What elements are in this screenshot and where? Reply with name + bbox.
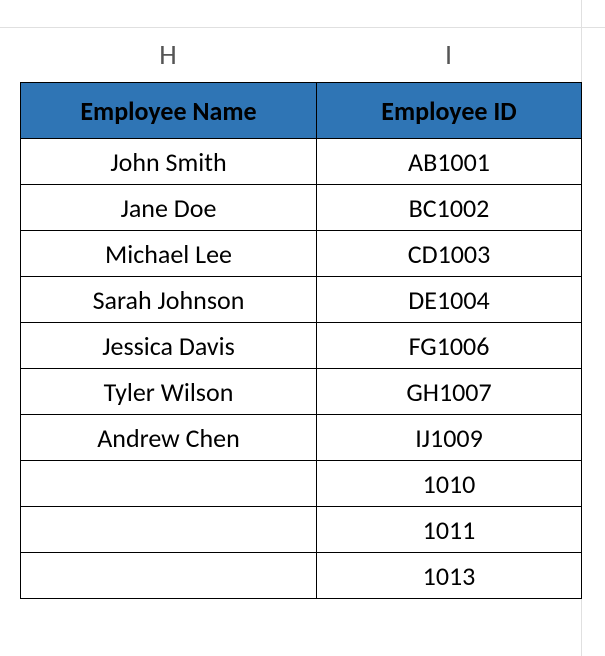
employee-table: Employee Name Employee ID John Smith AB1…	[20, 82, 582, 599]
cell-employee-name[interactable]: Jane Doe	[21, 185, 317, 231]
cell-employee-id[interactable]: 1011	[317, 507, 582, 553]
table-header-row: Employee Name Employee ID	[21, 83, 582, 139]
header-employee-id[interactable]: Employee ID	[317, 83, 582, 139]
cell-employee-id[interactable]: GH1007	[317, 369, 582, 415]
table-row: Jessica Davis FG1006	[21, 323, 582, 369]
cell-employee-name[interactable]	[21, 507, 317, 553]
cell-employee-name[interactable]: Tyler Wilson	[21, 369, 317, 415]
gutter	[0, 28, 20, 82]
cell-employee-name[interactable]: Michael Lee	[21, 231, 317, 277]
table-row: 1010	[21, 461, 582, 507]
cell-employee-name[interactable]	[21, 461, 317, 507]
column-header-row: H I	[0, 28, 605, 82]
cell-employee-id[interactable]: 1013	[317, 553, 582, 599]
table-row: Michael Lee CD1003	[21, 231, 582, 277]
header-employee-name[interactable]: Employee Name	[21, 83, 317, 139]
cell-employee-name[interactable]	[21, 553, 317, 599]
cell-employee-id[interactable]: FG1006	[317, 323, 582, 369]
table-row: 1011	[21, 507, 582, 553]
table-row: John Smith AB1001	[21, 139, 582, 185]
table-row: Tyler Wilson GH1007	[21, 369, 582, 415]
cell-employee-id[interactable]: IJ1009	[317, 415, 582, 461]
table-row: Sarah Johnson DE1004	[21, 277, 582, 323]
cell-employee-name[interactable]: Andrew Chen	[21, 415, 317, 461]
cell-employee-id[interactable]: AB1001	[317, 139, 582, 185]
column-header-I[interactable]: I	[316, 28, 581, 82]
cell-employee-name[interactable]: Sarah Johnson	[21, 277, 317, 323]
cell-employee-id[interactable]: DE1004	[317, 277, 582, 323]
cell-employee-id[interactable]: BC1002	[317, 185, 582, 231]
cell-employee-id[interactable]: 1010	[317, 461, 582, 507]
table-row: 1013	[21, 553, 582, 599]
table-row: Andrew Chen IJ1009	[21, 415, 582, 461]
cell-employee-id[interactable]: CD1003	[317, 231, 582, 277]
cell-employee-name[interactable]: Jessica Davis	[21, 323, 317, 369]
table-row: Jane Doe BC1002	[21, 185, 582, 231]
spreadsheet-area: H I Employee Name Employee ID John Smith…	[0, 28, 605, 599]
gutter	[0, 82, 20, 599]
cell-employee-name[interactable]: John Smith	[21, 139, 317, 185]
column-header-H[interactable]: H	[20, 28, 316, 82]
